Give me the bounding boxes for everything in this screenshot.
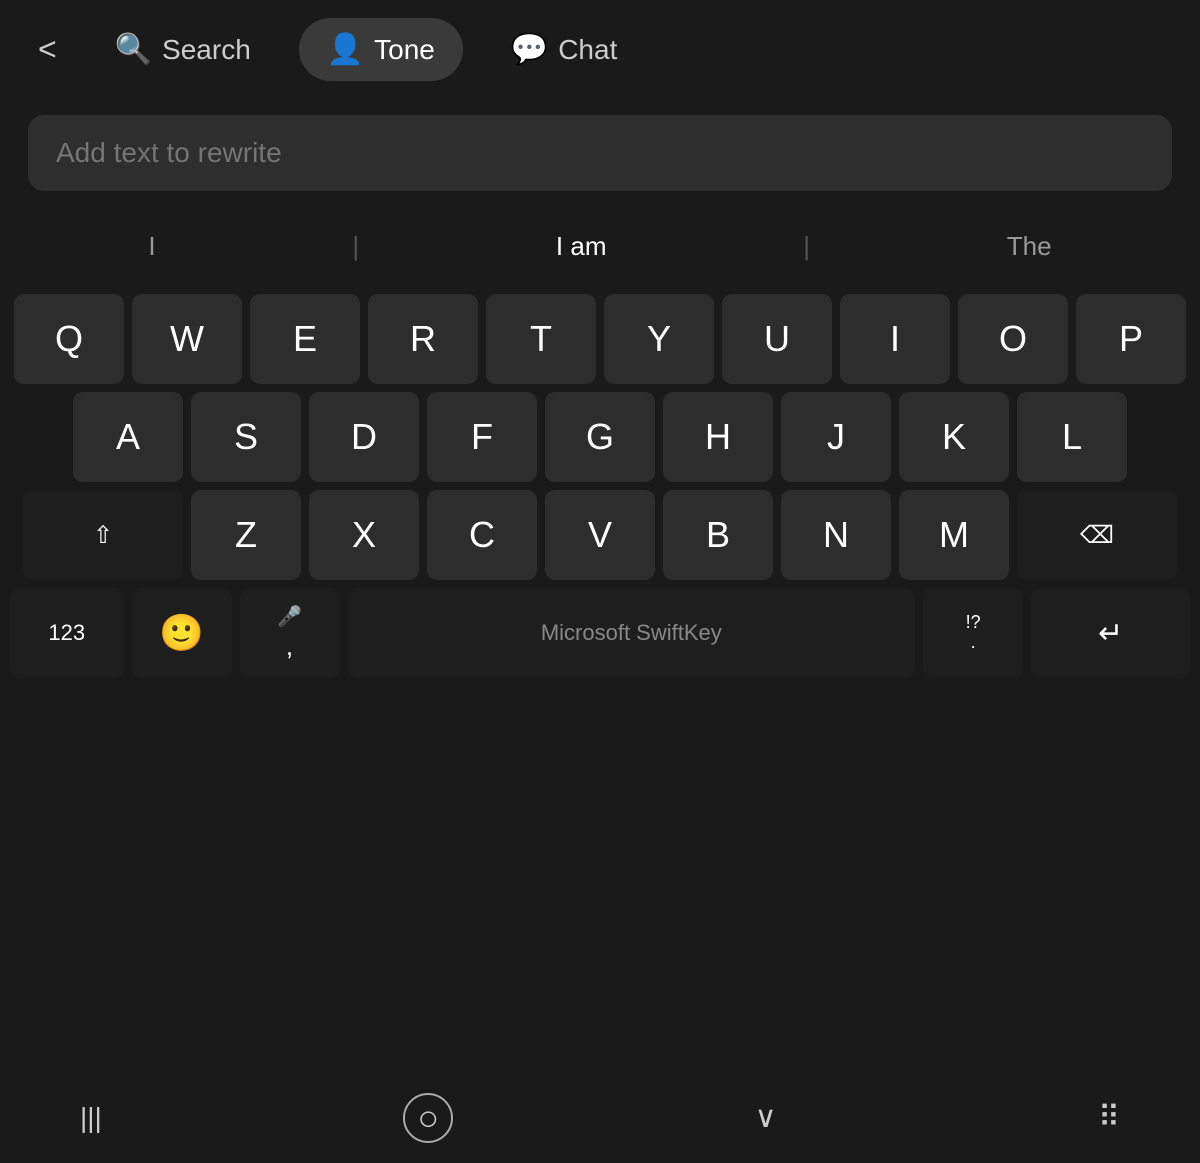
key-r[interactable]: R xyxy=(368,294,478,384)
key-c[interactable]: C xyxy=(427,490,537,580)
keyboard-row-2: A S D F G H J K L xyxy=(10,392,1190,482)
chat-tab[interactable]: 💬 Chat xyxy=(483,18,646,81)
key-a[interactable]: A xyxy=(73,392,183,482)
key-d[interactable]: D xyxy=(309,392,419,482)
suggestion-right[interactable]: The xyxy=(987,225,1072,268)
rewrite-input[interactable] xyxy=(28,115,1172,191)
keyboard: Q W E R T Y U I O P A S D F G H J K L ⇧ … xyxy=(0,286,1200,1072)
key-k[interactable]: K xyxy=(899,392,1009,482)
enter-key[interactable]: ↵ xyxy=(1031,588,1190,678)
key-e[interactable]: E xyxy=(250,294,360,384)
comma-label: , xyxy=(286,631,293,662)
chat-icon: 💬 xyxy=(511,32,548,67)
suggestion-divider-2: | xyxy=(803,231,810,262)
key-q[interactable]: Q xyxy=(14,294,124,384)
search-tab[interactable]: 🔍 Search xyxy=(87,18,279,81)
recent-apps-button[interactable]: ||| xyxy=(60,1094,122,1142)
back-nav-button[interactable]: ∨ xyxy=(735,1092,797,1143)
key-y[interactable]: Y xyxy=(604,294,714,384)
apps-button[interactable]: ⠿ xyxy=(1078,1092,1140,1143)
key-m[interactable]: M xyxy=(899,490,1009,580)
key-i[interactable]: I xyxy=(840,294,950,384)
system-bar: ||| ○ ∨ ⠿ xyxy=(0,1072,1200,1163)
key-n[interactable]: N xyxy=(781,490,891,580)
punct-period-key[interactable]: !? . xyxy=(923,588,1023,678)
key-b[interactable]: B xyxy=(663,490,773,580)
top-navigation: < 🔍 Search 👤 Tone 💬 Chat xyxy=(0,0,1200,99)
search-icon: 🔍 xyxy=(115,32,152,67)
key-o[interactable]: O xyxy=(958,294,1068,384)
key-t[interactable]: T xyxy=(486,294,596,384)
key-v[interactable]: V xyxy=(545,490,655,580)
input-area xyxy=(0,99,1200,207)
suggestion-divider-1: | xyxy=(352,231,359,262)
tone-tab[interactable]: 👤 Tone xyxy=(299,18,463,81)
mic-comma-key[interactable]: 🎤 , xyxy=(240,588,340,678)
backspace-key[interactable]: ⌫ xyxy=(1017,490,1177,580)
search-tab-label: Search xyxy=(162,34,251,66)
keyboard-row-1: Q W E R T Y U I O P xyxy=(10,294,1190,384)
key-j[interactable]: J xyxy=(781,392,891,482)
period-label: . xyxy=(971,633,976,653)
key-g[interactable]: G xyxy=(545,392,655,482)
mic-icon: 🎤 xyxy=(277,604,302,629)
suggestions-row: I | I am | The xyxy=(0,207,1200,286)
space-key[interactable]: Microsoft SwiftKey xyxy=(348,588,916,678)
tone-icon: 👤 xyxy=(327,32,364,67)
chat-tab-label: Chat xyxy=(558,34,617,66)
suggestion-left[interactable]: I xyxy=(128,225,175,268)
back-button[interactable]: < xyxy=(28,27,67,72)
tone-tab-label: Tone xyxy=(374,34,435,66)
home-button[interactable]: ○ xyxy=(403,1093,453,1143)
key-z[interactable]: Z xyxy=(191,490,301,580)
punct-label: !? xyxy=(966,613,981,633)
keyboard-row-3: ⇧ Z X C V B N M ⌫ xyxy=(10,490,1190,580)
key-l[interactable]: L xyxy=(1017,392,1127,482)
key-h[interactable]: H xyxy=(663,392,773,482)
key-p[interactable]: P xyxy=(1076,294,1186,384)
key-s[interactable]: S xyxy=(191,392,301,482)
key-x[interactable]: X xyxy=(309,490,419,580)
shift-key[interactable]: ⇧ xyxy=(23,490,183,580)
key-w[interactable]: W xyxy=(132,294,242,384)
keyboard-row-4: 123 🙂 🎤 , Microsoft SwiftKey !? . ↵ xyxy=(10,588,1190,678)
key-f[interactable]: F xyxy=(427,392,537,482)
emoji-key[interactable]: 🙂 xyxy=(132,588,232,678)
numbers-key[interactable]: 123 xyxy=(10,588,124,678)
key-u[interactable]: U xyxy=(722,294,832,384)
suggestion-center[interactable]: I am xyxy=(536,225,627,268)
